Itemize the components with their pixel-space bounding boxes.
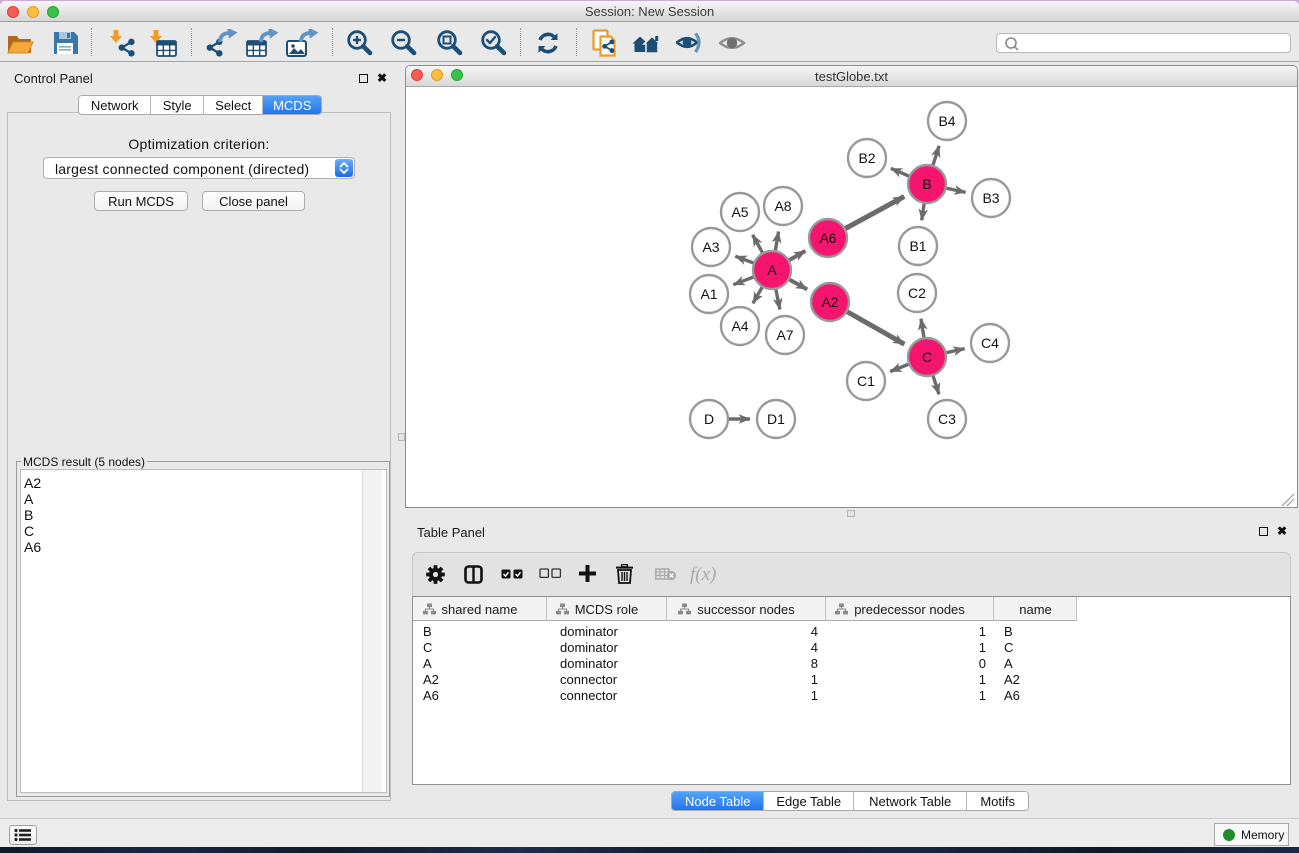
- svg-text:A: A: [767, 262, 777, 278]
- svg-text:A4: A4: [731, 318, 748, 334]
- svg-text:C: C: [922, 349, 932, 365]
- svg-text:B1: B1: [909, 238, 926, 254]
- svg-text:C2: C2: [908, 285, 926, 301]
- svg-text:C1: C1: [857, 373, 875, 389]
- svg-text:C3: C3: [938, 411, 956, 427]
- svg-text:A7: A7: [776, 327, 793, 343]
- svg-text:A3: A3: [702, 239, 719, 255]
- svg-text:D1: D1: [767, 411, 785, 427]
- svg-text:A6: A6: [819, 230, 836, 246]
- svg-text:A1: A1: [700, 286, 717, 302]
- svg-text:A5: A5: [731, 204, 748, 220]
- svg-text:B4: B4: [938, 113, 955, 129]
- svg-text:B2: B2: [858, 150, 875, 166]
- svg-text:B: B: [922, 176, 931, 192]
- svg-text:A8: A8: [774, 198, 791, 214]
- svg-text:C4: C4: [981, 335, 999, 351]
- svg-text:B3: B3: [982, 190, 999, 206]
- svg-text:A2: A2: [821, 294, 838, 310]
- svg-text:D: D: [704, 411, 714, 427]
